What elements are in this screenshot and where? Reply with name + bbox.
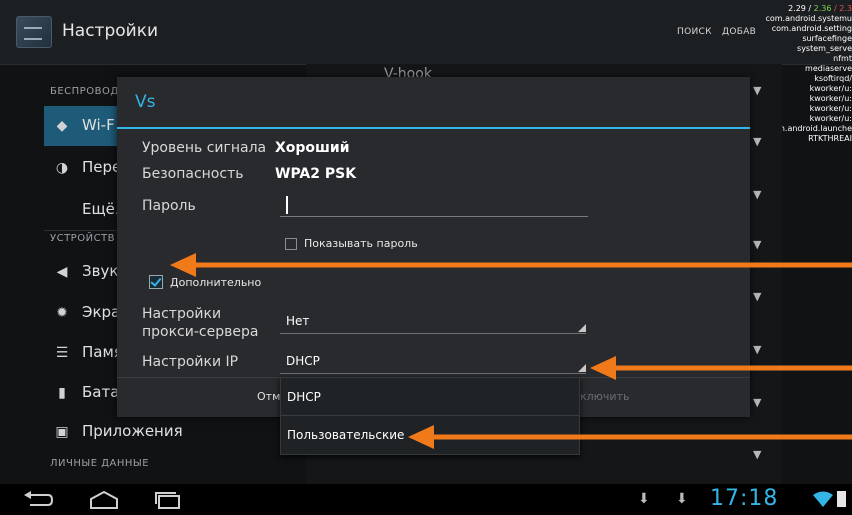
android-settings-screen: Настройки ПОИСК ДОБАВ 2.29 / 2.36 / 2.3 … (0, 0, 852, 515)
status-clock: 17:18 (710, 486, 779, 511)
arrow-to-custom-option (408, 425, 852, 449)
home-icon[interactable] (88, 490, 120, 510)
wifi-status-icon (813, 491, 833, 507)
arrow-to-ip-settings-spinner (590, 356, 852, 380)
system-navigation-bar: ⬇ ⬇ 17:18 (0, 484, 852, 515)
download-icon: ⬇ (676, 491, 688, 507)
battery-status-icon (837, 491, 846, 507)
arrow-to-advanced-checkbox (170, 253, 852, 277)
download-icon: ⬇ (638, 491, 650, 507)
annotation-arrows (170, 253, 852, 449)
back-icon[interactable] (22, 490, 56, 510)
recent-apps-icon[interactable] (152, 490, 184, 510)
